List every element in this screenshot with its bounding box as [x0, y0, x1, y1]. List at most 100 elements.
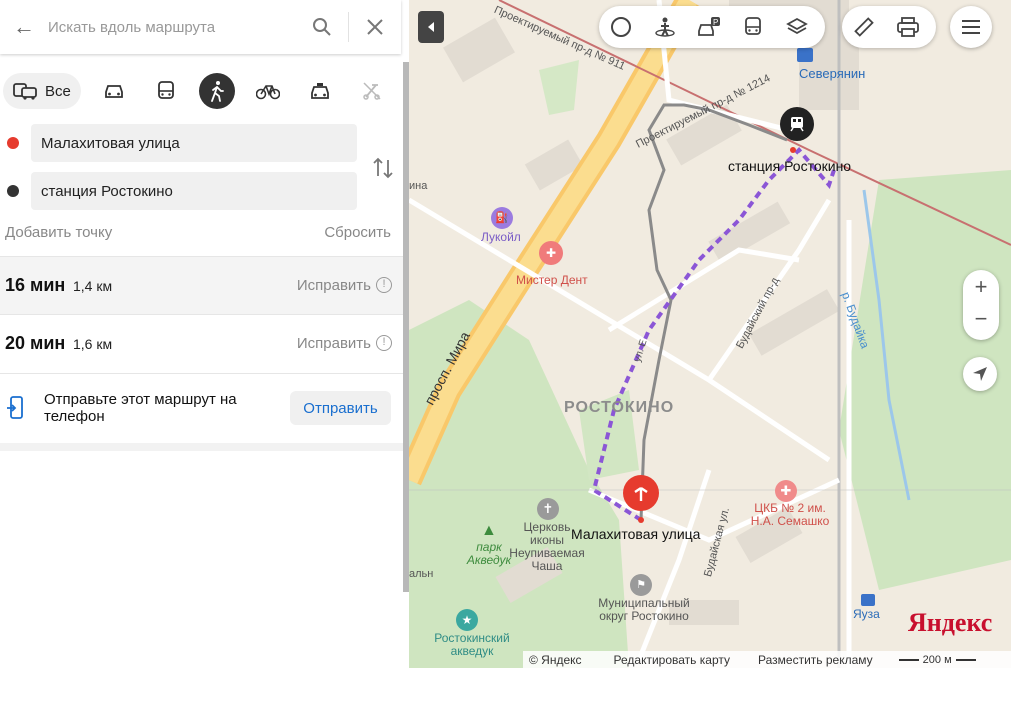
tools-toolbar: [842, 6, 936, 48]
mode-walk-button[interactable]: [198, 73, 235, 109]
menu-button[interactable]: [950, 6, 992, 48]
mode-all-button[interactable]: Все: [3, 73, 81, 109]
bicycle-icon: [255, 85, 280, 100]
route-panel: ← Искать вдоль маршрута Все Малахитовая …: [0, 0, 403, 668]
street-label-alny: альн: [409, 568, 434, 580]
back-arrow-icon[interactable]: ←: [0, 0, 48, 54]
poi-label-yauza: Яуза: [853, 607, 880, 621]
scale-label: 200 м: [922, 654, 952, 666]
locate-me-button[interactable]: [963, 357, 997, 391]
route-time: 20 мин: [5, 333, 66, 353]
ruler-icon: [854, 17, 874, 37]
zoom-controls: + −: [963, 270, 999, 340]
transit-layer-button[interactable]: [731, 6, 775, 48]
map-footer: © Яндекс Редактировать карту Разместить …: [523, 651, 1011, 669]
end-point-dot: [7, 185, 19, 197]
poi-label-mister-dent: Мистер Дент: [516, 273, 588, 287]
hospital-icon[interactable]: ✚: [775, 480, 797, 502]
zoom-in-button[interactable]: +: [963, 274, 999, 304]
car-icon: [104, 85, 123, 98]
traffic-button[interactable]: [599, 6, 643, 48]
poi-label-severyanin: Северянин: [799, 66, 866, 81]
map-area[interactable]: ⛽ Лукойл ✚ Мистер Дент Северянин станция…: [409, 0, 1011, 668]
route-distance: 1,4 км: [73, 278, 113, 294]
edit-map-link[interactable]: Редактировать карту: [614, 653, 730, 667]
page-bottom: [0, 668, 1024, 718]
search-input[interactable]: Искать вдоль маршрута: [48, 19, 296, 36]
yandex-logo: Яндекс: [908, 608, 993, 637]
panorama-button[interactable]: [643, 6, 687, 48]
parking-button[interactable]: P: [687, 6, 731, 48]
ruler-button[interactable]: [842, 6, 886, 48]
reset-link[interactable]: Сбросить: [324, 224, 391, 241]
scooter-disabled-icon: [363, 82, 381, 100]
scale-bar: [898, 659, 919, 661]
poi-label-municipal: Муниципальный округ Ростокино: [598, 596, 690, 623]
send-to-phone-text: Отправьте этот маршрут на телефон: [44, 391, 237, 425]
mode-car-button[interactable]: [95, 73, 133, 109]
start-point-field[interactable]: Малахитовая улица: [31, 124, 357, 162]
zoom-out-button[interactable]: −: [963, 306, 999, 336]
start-point-dot: [7, 137, 19, 149]
layers-icon: [786, 17, 808, 35]
close-icon[interactable]: [349, 0, 401, 54]
pedestrian-icon: [210, 81, 224, 102]
route-search-bar: ← Искать вдоль маршрута: [0, 0, 401, 54]
bus-icon: [745, 17, 761, 35]
chevron-left-icon: [428, 22, 434, 32]
send-to-phone-row: Отправьте этот маршрут на телефон Отправ…: [0, 373, 403, 443]
mode-transit-button[interactable]: [147, 73, 185, 109]
street-label-ina: ина: [409, 180, 428, 192]
mode-taxi-button[interactable]: [301, 73, 339, 109]
traffic-icon: [611, 17, 631, 37]
yauza-station-icon: [861, 594, 875, 606]
park-tree-icon: ▲: [481, 522, 497, 539]
poi-label-church: Церковь иконы Неупиваемая Чаша: [509, 520, 585, 573]
fix-route-link[interactable]: Исправить: [297, 335, 371, 352]
panorama-person-icon: [655, 17, 675, 37]
route-distance: 1,6 км: [73, 336, 113, 352]
layers-button[interactable]: [775, 6, 819, 48]
mode-scooter-button[interactable]: [353, 73, 391, 109]
copyright-text[interactable]: © Яндекс: [529, 653, 582, 667]
swap-points-icon[interactable]: [372, 156, 394, 180]
send-button[interactable]: Отправить: [290, 391, 391, 425]
route-option-2[interactable]: 20 мин 1,6 км Исправить !: [0, 314, 403, 372]
phone-send-icon: [7, 396, 23, 419]
add-point-link[interactable]: Добавить точку: [5, 224, 112, 241]
tooth-icon[interactable]: ✚: [539, 241, 563, 265]
route-start-dot: [638, 517, 644, 523]
end-point-field[interactable]: станция Ростокино: [31, 172, 357, 210]
poi-label-park: парк Акведук: [466, 540, 512, 567]
car-bus-icon: [13, 83, 37, 100]
flag-icon[interactable]: ⚑: [630, 574, 652, 596]
route-end-dot: [790, 147, 796, 153]
church-icon[interactable]: ✝: [537, 498, 559, 520]
mode-all-label: Все: [45, 82, 71, 100]
svg-text:P: P: [713, 18, 718, 27]
collapse-panel-button[interactable]: [418, 11, 444, 43]
advertise-link[interactable]: Разместить рекламу: [758, 653, 873, 667]
map-layers-toolbar: P: [599, 6, 825, 48]
end-point-label: станция Ростокино: [728, 158, 852, 174]
start-marker-icon[interactable]: [623, 475, 659, 511]
district-label: РОСТОКИНО: [564, 399, 675, 416]
print-button[interactable]: [886, 6, 930, 48]
bus-icon: [157, 81, 174, 99]
panel-divider: [0, 443, 403, 451]
green-area-small: [539, 60, 579, 115]
end-marker-icon[interactable]: [780, 107, 814, 141]
route-time: 16 мин: [5, 275, 66, 295]
info-icon[interactable]: !: [376, 335, 392, 351]
point-actions: Добавить точку Сбросить: [0, 220, 401, 248]
search-icon[interactable]: [296, 0, 348, 54]
hamburger-menu-icon: [962, 20, 980, 34]
mode-bike-button[interactable]: [249, 73, 287, 109]
info-icon[interactable]: !: [376, 277, 392, 293]
fix-route-link[interactable]: Исправить: [297, 277, 371, 294]
fuel-station-icon[interactable]: ⛽: [491, 207, 513, 229]
route-option-1[interactable]: 16 мин 1,4 км Исправить !: [0, 256, 403, 314]
transport-mode-bar: Все: [0, 72, 401, 110]
landmark-star-icon[interactable]: ★: [456, 609, 478, 631]
poi-label-lukoil: Лукойл: [481, 230, 521, 244]
